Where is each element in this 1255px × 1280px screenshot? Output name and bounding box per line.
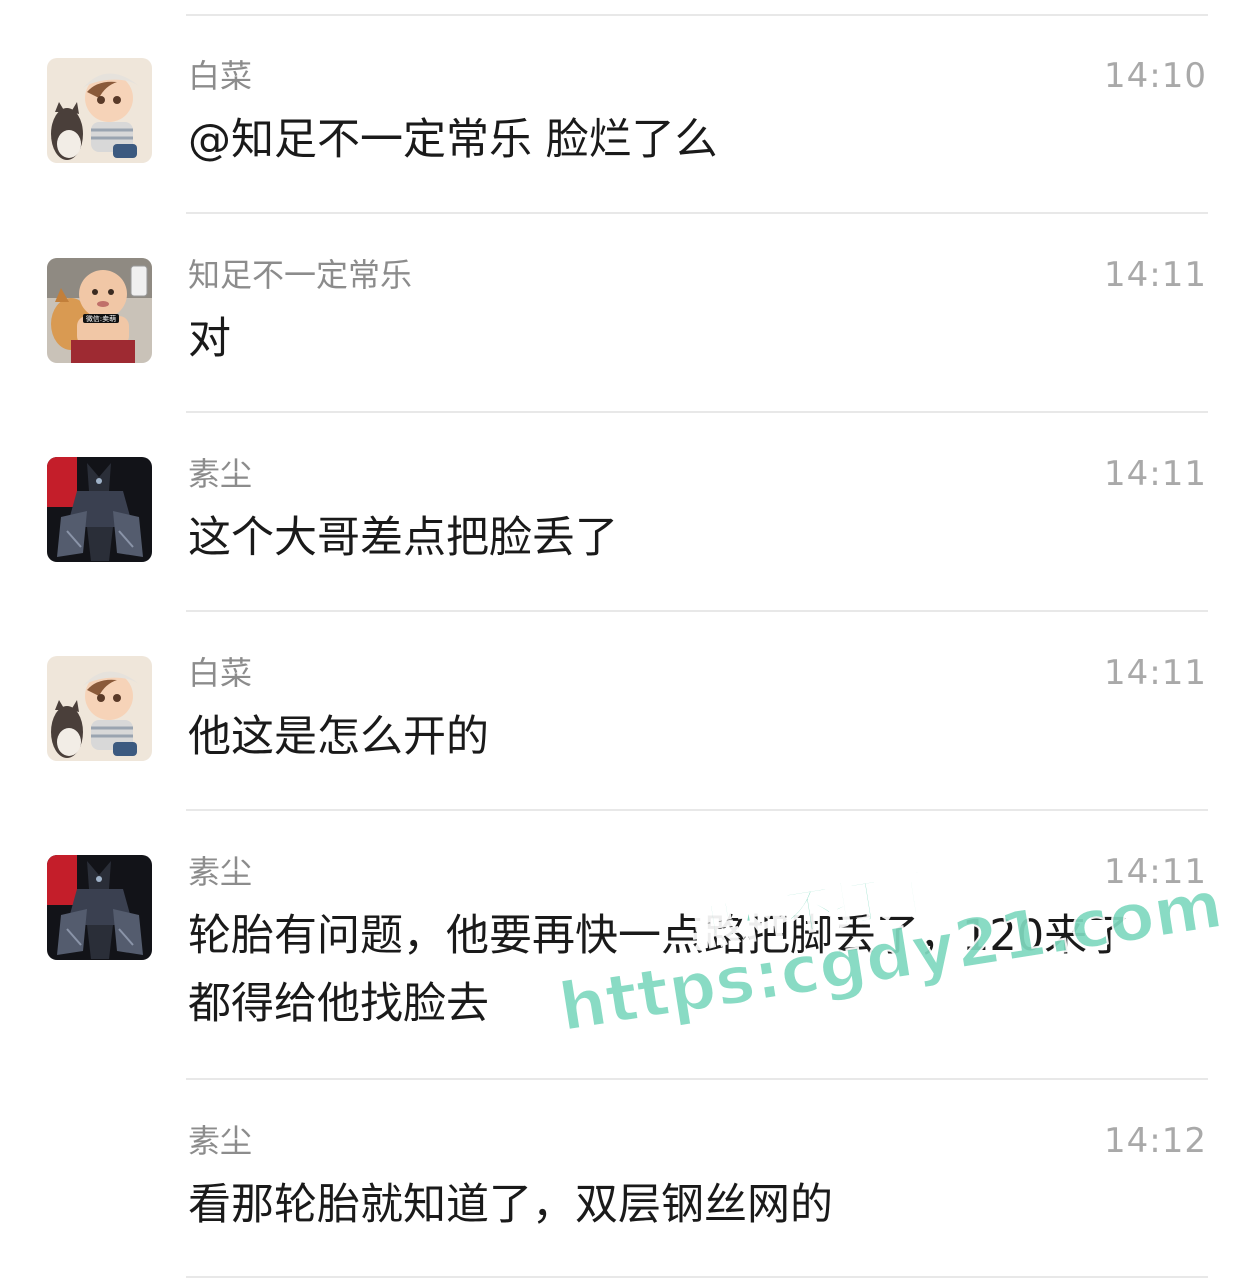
- message-time: 14:11: [1104, 255, 1207, 295]
- message-text: 他这是怎么开的: [188, 712, 489, 762]
- divider: [186, 411, 1208, 413]
- message-text: 这个大哥差点把脸丢了: [188, 513, 618, 563]
- message-text-line2: 都得给他找脸去: [188, 979, 489, 1029]
- avatar-suchen[interactable]: [47, 855, 152, 960]
- sender-name: 素尘: [188, 853, 253, 891]
- chat-message-list: 白菜 14:10 @知足不一定常乐 脸烂了么 微信:卖萌 知足不一定常乐 14:…: [0, 0, 1255, 1280]
- divider: [186, 610, 1208, 612]
- message-text: 看那轮胎就知道了，双层钢丝网的: [188, 1180, 833, 1230]
- sender-name: 知足不一定常乐: [188, 256, 413, 294]
- message-text-line1: 轮胎有问题，他要再快一点路把脚丢了，120来了: [188, 911, 1131, 961]
- sender-name: 素尘: [188, 1122, 253, 1160]
- avatar-suchen[interactable]: [47, 457, 152, 562]
- message-time: 14:12: [1104, 1121, 1207, 1161]
- divider: [186, 14, 1208, 16]
- avatar-zhizu[interactable]: 微信:卖萌: [47, 258, 152, 363]
- sender-name: 素尘: [188, 455, 253, 493]
- avatar-baicai[interactable]: [47, 58, 152, 163]
- message-time: 14:11: [1104, 454, 1207, 494]
- message-time: 14:10: [1104, 56, 1207, 96]
- message-text: @知足不一定常乐 脸烂了么: [188, 115, 718, 165]
- message-text: 对: [188, 314, 231, 364]
- sender-name: 白菜: [188, 57, 253, 95]
- divider: [186, 1276, 1208, 1278]
- avatar-badge-text: 微信:卖萌: [86, 314, 116, 323]
- message-time: 14:11: [1104, 852, 1207, 892]
- divider: [186, 1078, 1208, 1080]
- message-time: 14:11: [1104, 653, 1207, 693]
- avatar-baicai[interactable]: [47, 656, 152, 761]
- sender-name: 白菜: [188, 654, 253, 692]
- divider: [186, 809, 1208, 811]
- divider: [186, 212, 1208, 214]
